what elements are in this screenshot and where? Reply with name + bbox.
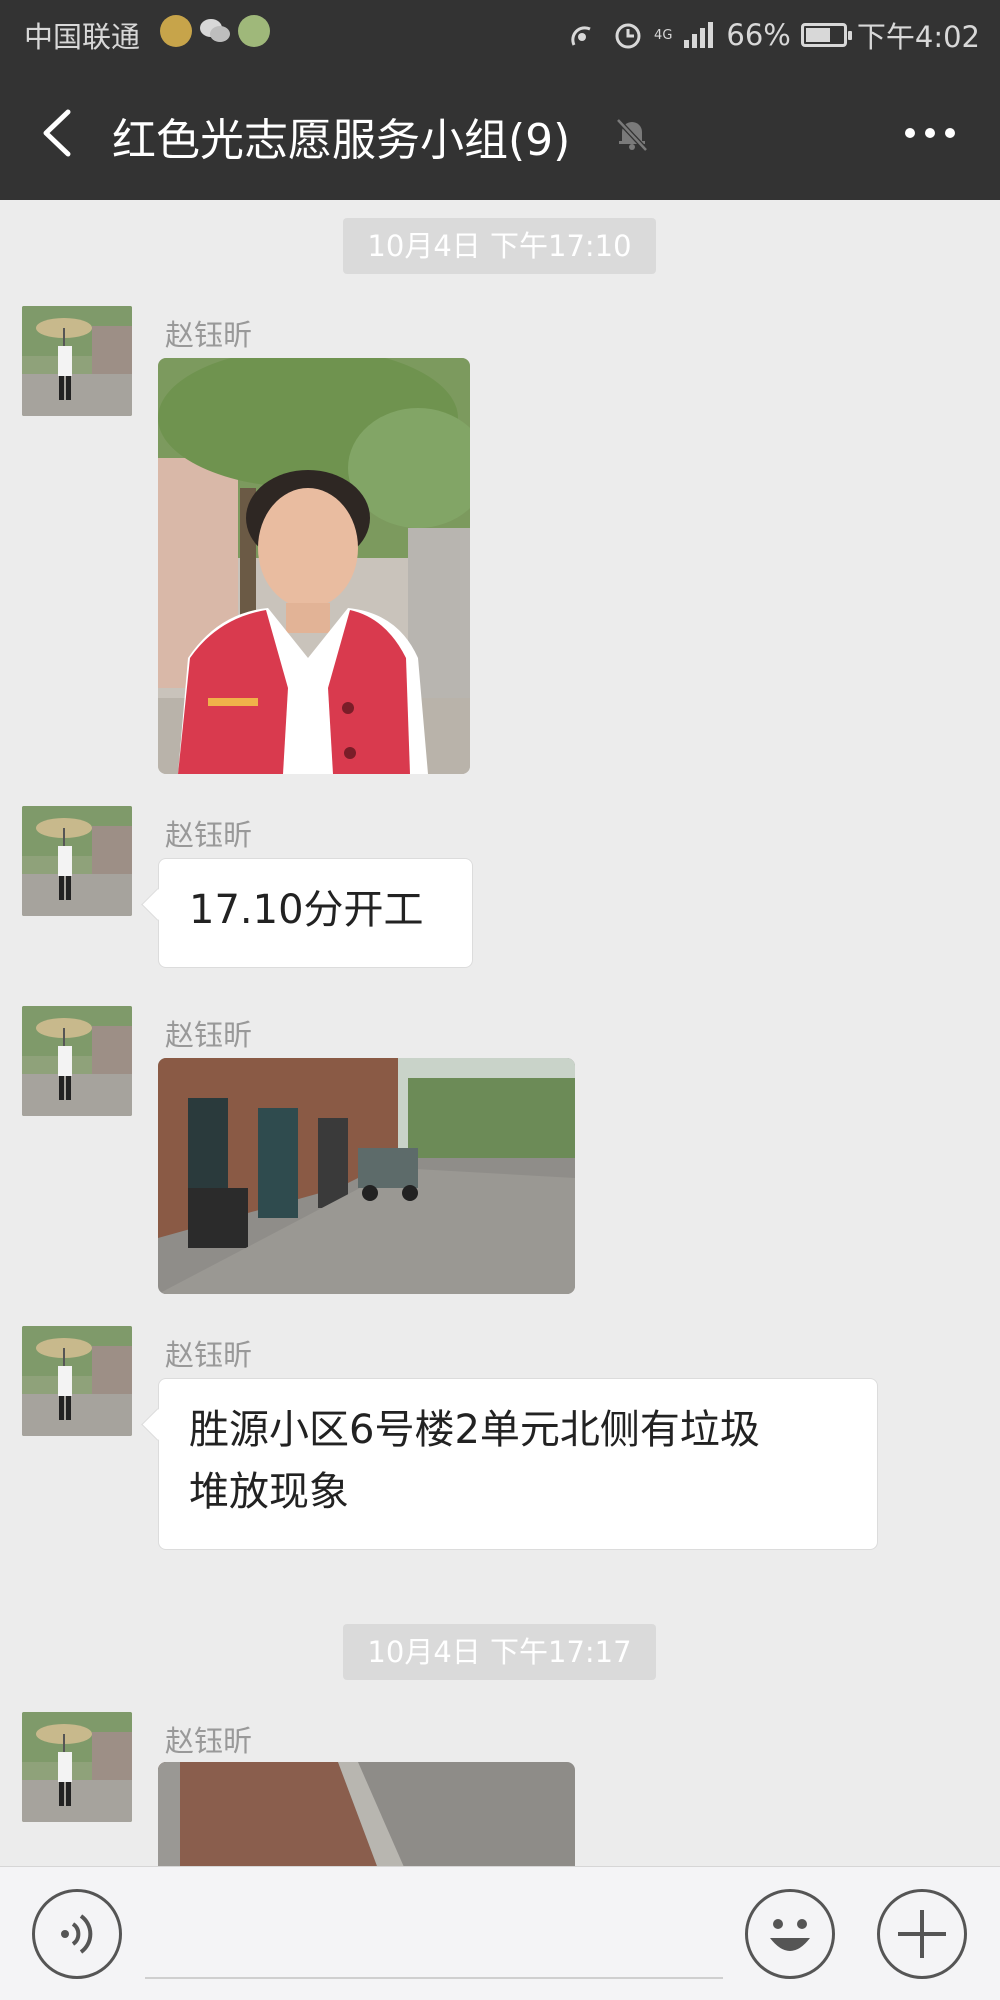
app-notification-icon bbox=[238, 15, 270, 47]
mail-notification-icon bbox=[160, 15, 192, 47]
message-text-line: 胜源小区6号楼2单元北侧有垃圾 bbox=[189, 1407, 760, 1453]
message-bubble[interactable]: 17.10分开工 bbox=[158, 858, 473, 968]
chat-header: 红色光志愿服务小组(9) bbox=[0, 66, 1000, 200]
avatar[interactable] bbox=[22, 1326, 132, 1436]
plus-icon[interactable] bbox=[877, 1889, 967, 1979]
sender-name: 赵钰昕 bbox=[165, 318, 253, 352]
emoji-icon[interactable] bbox=[745, 1889, 835, 1979]
hotspot-icon bbox=[571, 26, 591, 46]
carrier-name: 中国联通 bbox=[24, 20, 141, 54]
timestamp: 10月4日 下午17:17 bbox=[343, 1624, 656, 1680]
message-image[interactable] bbox=[158, 1058, 575, 1294]
chevron-left-icon[interactable] bbox=[34, 106, 84, 160]
bell-off-icon bbox=[616, 118, 648, 152]
voice-icon[interactable] bbox=[32, 1889, 122, 1979]
input-bar bbox=[0, 1866, 1000, 2000]
message-bubble[interactable]: 胜源小区6号楼2单元北侧有垃圾 堆放现象 bbox=[158, 1378, 878, 1550]
avatar[interactable] bbox=[22, 1006, 132, 1116]
timestamp: 10月4日 下午17:10 bbox=[343, 218, 656, 274]
battery-percent: 66% bbox=[726, 18, 791, 52]
wechat-notification-icon bbox=[200, 19, 230, 42]
status-bar: 中国联通 4G 66% 下午4:02 bbox=[0, 0, 1000, 66]
avatar[interactable] bbox=[22, 306, 132, 416]
network-type: 4G bbox=[654, 27, 673, 43]
message-text-line: 堆放现象 bbox=[189, 1469, 349, 1515]
message-image[interactable] bbox=[158, 358, 470, 774]
avatar[interactable] bbox=[22, 1712, 132, 1822]
avatar[interactable] bbox=[22, 806, 132, 916]
sender-name: 赵钰昕 bbox=[165, 1018, 253, 1052]
notification-icons bbox=[160, 15, 270, 47]
chat-title[interactable]: 红色光志愿服务小组(9) bbox=[112, 104, 570, 168]
status-right: 4G 66% 下午4:02 bbox=[568, 14, 980, 56]
more-dots-icon[interactable] bbox=[900, 118, 960, 148]
message-text: 17.10分开工 bbox=[189, 887, 424, 933]
sender-name: 赵钰昕 bbox=[165, 818, 253, 852]
clock: 下午4:02 bbox=[856, 20, 980, 54]
message-input[interactable] bbox=[145, 1895, 723, 1979]
battery-icon bbox=[800, 23, 852, 47]
message-image[interactable] bbox=[158, 1762, 575, 1866]
signal-icon bbox=[684, 22, 714, 48]
chat-area[interactable]: 10月4日 下午17:10 赵钰昕 赵钰昕 17.10分开工 赵钰昕 赵钰昕 胜… bbox=[0, 200, 1000, 1866]
sender-name: 赵钰昕 bbox=[165, 1338, 253, 1372]
sender-name: 赵钰昕 bbox=[165, 1724, 253, 1758]
alarm-icon bbox=[615, 23, 641, 49]
battery-fill bbox=[805, 28, 830, 42]
